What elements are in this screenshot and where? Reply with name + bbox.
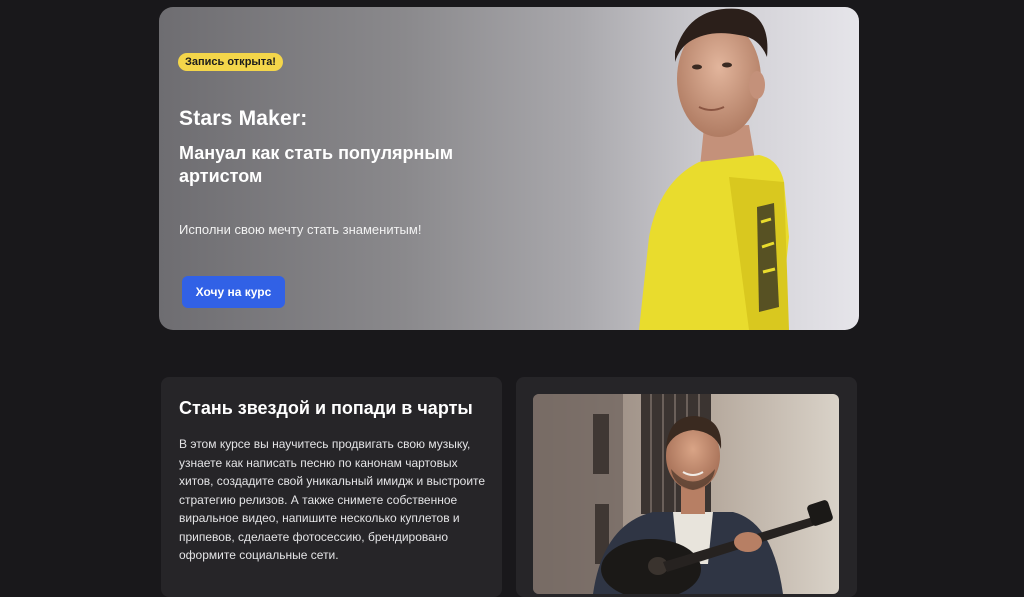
course-tagline: Исполни свою мечту стать знаменитым!: [179, 222, 422, 237]
enrollment-open-badge: Запись открыта!: [178, 53, 283, 71]
course-subtitle: Мануал как стать популярным артистом: [179, 143, 454, 186]
about-description: В этом курсе вы научитесь продвигать сво…: [179, 437, 486, 562]
artist-photo: [639, 8, 789, 330]
enroll-button[interactable]: Хочу на курс: [182, 276, 285, 308]
guitarist-photo-frame: [533, 394, 839, 594]
hero-banner: Запись открыта! Stars Maker: Мануал как …: [159, 7, 859, 330]
guitarist-photo: [533, 394, 839, 594]
course-title: Stars Maker:: [179, 107, 308, 130]
course-photo-card: [516, 377, 857, 597]
course-about-card: Стань звездой и попади в чарты В этом ку…: [161, 377, 502, 597]
about-title: Стань звездой и попади в чарты: [179, 398, 473, 418]
